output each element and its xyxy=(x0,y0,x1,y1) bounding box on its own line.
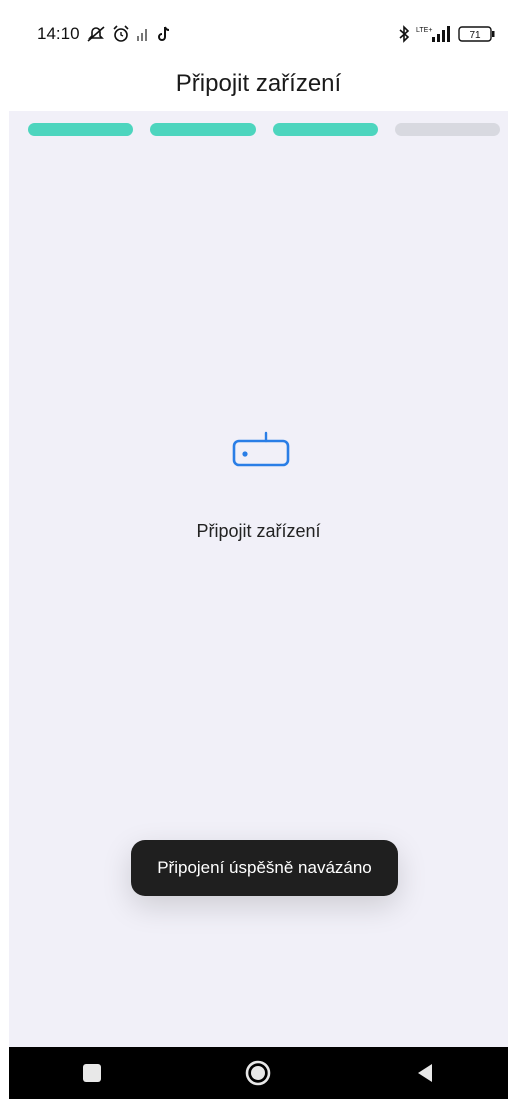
recent-apps-button[interactable] xyxy=(62,1051,122,1095)
alarm-icon xyxy=(112,25,130,43)
notifications-muted-icon xyxy=(86,25,106,43)
system-navigation-bar xyxy=(9,1047,508,1099)
tiktok-icon xyxy=(156,25,172,43)
back-triangle-icon xyxy=(417,1064,432,1082)
progress-step xyxy=(150,123,256,136)
app-screen: 14:10 LTE+ 71 Připojit zařízení Připojit… xyxy=(9,9,508,1099)
router-device-icon xyxy=(231,431,291,471)
status-time: 14:10 xyxy=(37,24,80,43)
progress-step xyxy=(272,123,378,136)
progress-step xyxy=(28,123,134,136)
step-progress xyxy=(28,123,500,137)
svg-text:LTE+: LTE+ xyxy=(416,27,432,34)
status-bar: 14:10 LTE+ 71 xyxy=(9,9,508,57)
connect-device-label: Připojit zařízení xyxy=(196,521,321,541)
back-button[interactable] xyxy=(395,1051,455,1095)
signal-bars-icon: LTE+ xyxy=(416,25,452,43)
circle-icon xyxy=(246,1060,271,1086)
battery-level: 71 xyxy=(469,30,481,41)
signal-icon xyxy=(136,26,150,42)
bluetooth-icon xyxy=(398,25,410,43)
progress-step xyxy=(394,123,500,136)
toast-message: Připojení úspěšně navázáno xyxy=(131,840,398,896)
square-icon xyxy=(83,1064,102,1082)
page-title: Připojit zařízení xyxy=(9,57,508,111)
home-button[interactable] xyxy=(228,1051,288,1095)
battery-icon: 71 xyxy=(458,25,496,43)
